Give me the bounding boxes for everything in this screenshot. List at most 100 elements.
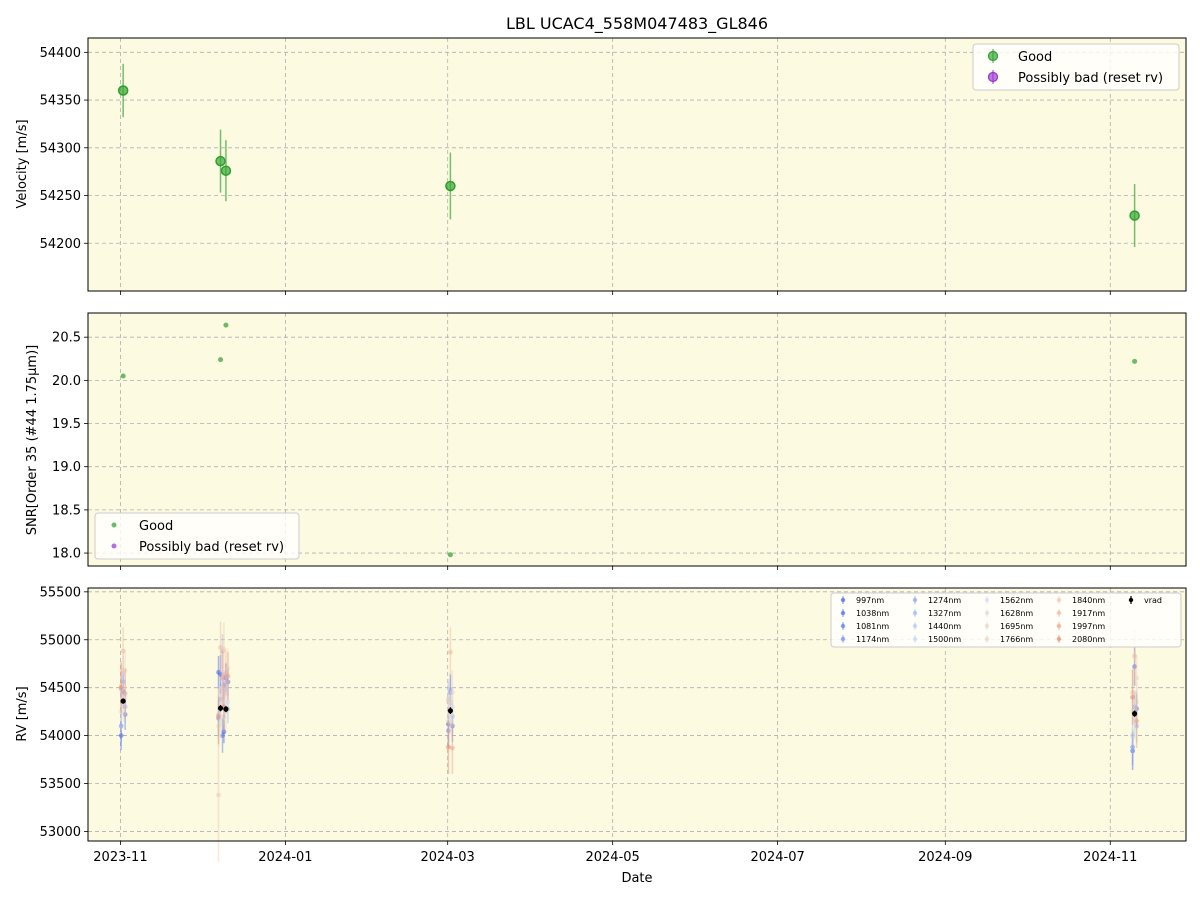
legend-label: 1038nm xyxy=(856,609,889,618)
legend-marker xyxy=(984,597,990,603)
data-point xyxy=(223,706,229,712)
legend-marker xyxy=(840,597,846,603)
data-point xyxy=(120,648,126,654)
data-point xyxy=(445,180,456,192)
legend-marker xyxy=(912,597,918,603)
data-point xyxy=(218,645,223,650)
legend-label: 1174nm xyxy=(856,635,889,644)
y-tick-label: 55000 xyxy=(40,633,81,648)
legend-label: 1628nm xyxy=(1000,609,1033,618)
velocity-panel: 54200 54250 54300 54350 54400 Good Possibly ba… xyxy=(40,37,1187,295)
rv-panel: 2023-11 2024-01 2024-03 2024-05 2024-07 2024-… xyxy=(40,585,1187,865)
y-tick-label: 55500 xyxy=(40,585,81,600)
legend-label: 1562nm xyxy=(1000,596,1033,605)
figure: LBL UCAC4_558M047483_GL846 54200 54250 543… xyxy=(15,14,1187,886)
data-point xyxy=(118,685,124,691)
legend-label: 1274nm xyxy=(928,596,961,605)
data-point xyxy=(215,155,226,167)
legend-label: Good xyxy=(1018,50,1052,65)
legend-label: 1440nm xyxy=(928,622,961,631)
legend-label: 1500nm xyxy=(928,635,961,644)
legend-label: 1081nm xyxy=(856,622,889,631)
data-point xyxy=(447,649,453,655)
y-tick-label: 54400 xyxy=(40,46,81,61)
chart-title: LBL UCAC4_558M047483_GL846 xyxy=(506,14,768,34)
legend-label: 1917nm xyxy=(1072,609,1105,618)
legend-label: 2080nm xyxy=(1072,635,1105,644)
data-point xyxy=(120,373,126,379)
legend-label: vrad xyxy=(1144,596,1162,605)
data-point xyxy=(220,675,225,681)
legend-label: 1997nm xyxy=(1072,622,1105,631)
x-tick-label: 2023-11 xyxy=(93,850,147,865)
legend-label: Good xyxy=(139,519,173,534)
y-tick-label: 53500 xyxy=(40,777,81,792)
data-point xyxy=(445,699,451,705)
legend-label: 1766nm xyxy=(1000,635,1033,644)
y-tick-label: 18.0 xyxy=(52,547,81,562)
legend-label: 1695nm xyxy=(1000,622,1033,631)
legend-marker xyxy=(1128,597,1134,603)
y-tick-label: 19.5 xyxy=(52,417,81,432)
x-tick-label: 2024-05 xyxy=(585,850,639,865)
data-point xyxy=(447,708,453,714)
data-point xyxy=(220,165,232,176)
snr-panel: 18.0 18.5 19.0 19.5 20.0 20.5 Good Possibly bad… xyxy=(52,312,1187,570)
legend-marker xyxy=(840,610,846,616)
legend-marker xyxy=(984,623,990,629)
data-point xyxy=(1130,694,1136,700)
data-point xyxy=(216,714,221,719)
legend: Good Possibly bad (reset rv) xyxy=(972,43,1180,91)
legend-label: 1327nm xyxy=(928,609,961,618)
legend-marker xyxy=(840,636,846,642)
legend-marker xyxy=(1056,623,1062,629)
legend-marker xyxy=(111,543,117,549)
data-point xyxy=(120,698,126,704)
y-tick-label: 54200 xyxy=(40,237,81,252)
legend-label: Possibly bad (reset rv) xyxy=(1018,71,1163,86)
y-tick-label: 54350 xyxy=(40,94,81,109)
x-axis-label: Date xyxy=(621,871,652,886)
y-tick-label: 54000 xyxy=(40,729,81,744)
legend-marker xyxy=(912,610,918,616)
y-tick-label: 54500 xyxy=(40,681,81,696)
y-tick-label: 54250 xyxy=(40,189,81,204)
legend-marker xyxy=(111,522,117,528)
x-tick-label: 2024-07 xyxy=(750,850,804,865)
x-tick-label: 2024-09 xyxy=(918,850,972,865)
legend-label: Possibly bad (reset rv) xyxy=(139,540,284,555)
data-point xyxy=(445,744,451,750)
data-point xyxy=(1132,711,1138,717)
y-tick-label: 20.5 xyxy=(52,331,81,346)
x-tick-label: 2024-03 xyxy=(421,850,475,865)
data-point xyxy=(449,745,455,751)
legend: 997nm 1038nm 1081nm 1174nm 1274nm 1327nm 1440n… xyxy=(830,592,1182,648)
data-point xyxy=(217,705,224,711)
y-tick-label: 19.0 xyxy=(52,460,81,475)
legend-label: 997nm xyxy=(856,596,884,605)
legend-marker xyxy=(1056,610,1062,616)
data-point xyxy=(216,792,221,798)
legend-marker xyxy=(987,50,999,62)
y-axis-label-rv: RV [m/s] xyxy=(15,686,30,741)
data-point xyxy=(1132,358,1138,364)
legend-marker xyxy=(912,636,918,642)
legend-label: 1840nm xyxy=(1072,596,1105,605)
data-point xyxy=(218,357,224,363)
legend-marker xyxy=(912,623,918,629)
data-point xyxy=(223,322,229,328)
y-tick-label: 53000 xyxy=(40,825,81,840)
y-tick-label: 20.0 xyxy=(52,374,81,389)
legend-marker xyxy=(984,610,990,616)
data-point xyxy=(225,673,231,679)
y-axis-label-snr: SNR[Order 35 (#44 1.75μm)] xyxy=(25,345,40,536)
legend-marker xyxy=(840,623,846,629)
data-point xyxy=(1132,653,1138,659)
legend: Good Possibly bad (reset rv) xyxy=(94,512,300,560)
data-point xyxy=(447,552,453,558)
data-point xyxy=(117,85,129,96)
y-tick-label: 18.5 xyxy=(52,503,81,518)
y-axis-label-velocity: Velocity [m/s] xyxy=(15,119,30,208)
data-point xyxy=(122,691,128,696)
legend-marker xyxy=(1056,597,1062,603)
